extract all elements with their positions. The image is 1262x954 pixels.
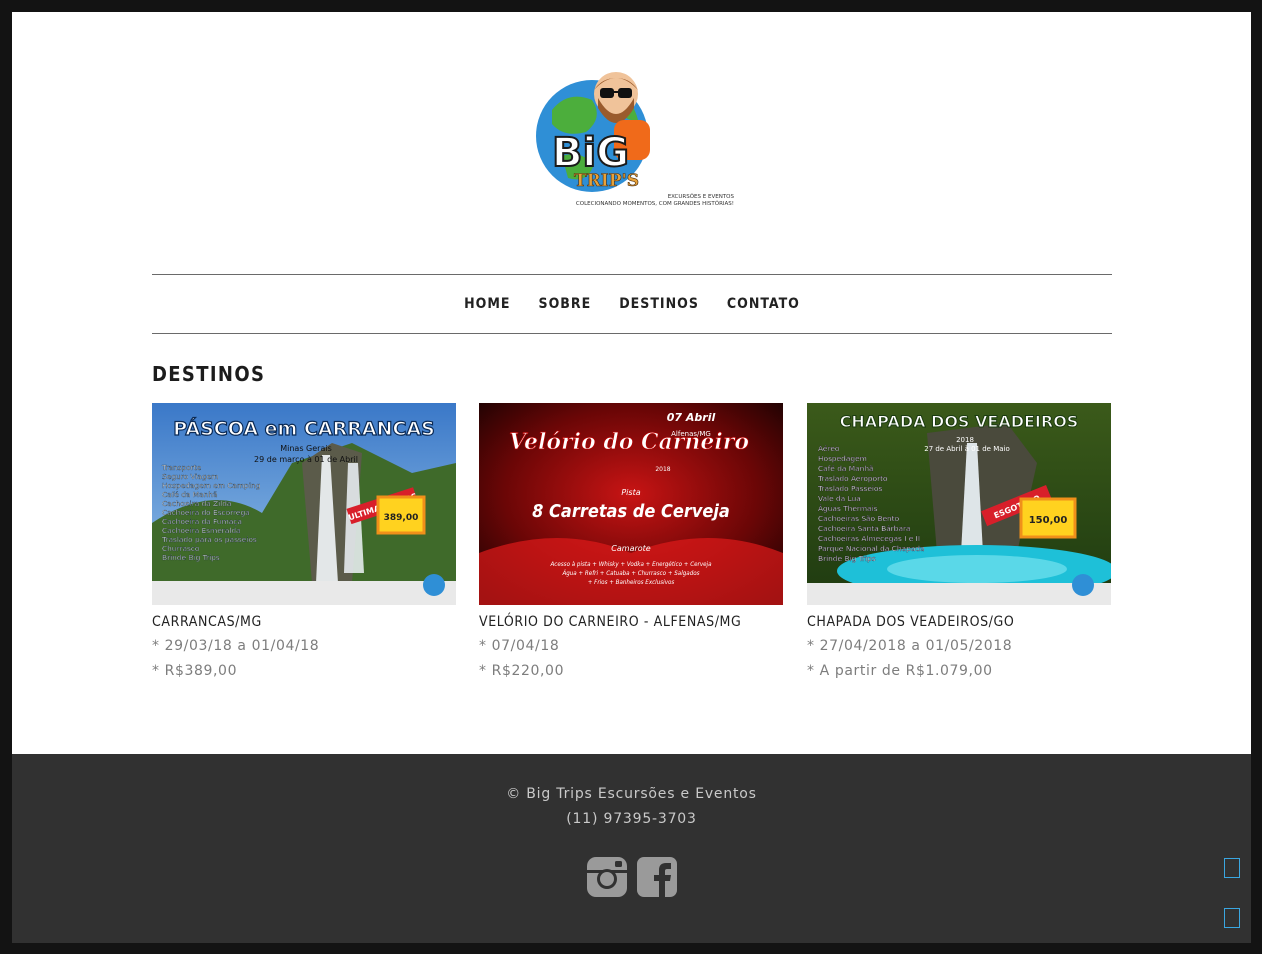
poster-line: Acesso à pista + Whisky + Vodka + Energé…	[549, 560, 712, 568]
poster-item: Hospedagem	[818, 454, 867, 463]
logo-big-text: BiG	[552, 130, 629, 176]
destination-card-velorio[interactable]: Velório do Carneiro 07 Abril Alfenas/MG …	[479, 403, 783, 684]
logo-tag-2: COLECIONANDO MOMENTOS, COM GRANDES HISTÓ…	[576, 200, 734, 207]
site-logo[interactable]: BiG TRIP'S EXCURSÕES E EVENTOS COLECIONA…	[534, 60, 742, 212]
poster-item: Cachoeira Esmeralda	[162, 526, 241, 535]
nav-destinos[interactable]: DESTINOS	[619, 296, 699, 312]
destination-name[interactable]: CHAPADA DOS VEADEIROS/GO	[807, 614, 1111, 630]
social-links	[586, 856, 678, 898]
page-container: BiG TRIP'S EXCURSÕES E EVENTOS COLECIONA…	[12, 12, 1251, 754]
poster-item: Traslado Aeroporto	[817, 474, 888, 483]
nav-contato[interactable]: CONTATO	[727, 296, 800, 312]
poster-item: Churrasco	[162, 544, 200, 553]
main-nav: HOME SOBRE DESTINOS CONTATO	[152, 274, 1112, 334]
logo-trips-text: TRIP'S	[574, 171, 639, 191]
poster-item: Cachoeiras Almecegas I e II	[818, 534, 920, 543]
destinations-grid: PÁSCOA em CARRANCAS Minas Gerais 29 de m…	[152, 403, 1112, 703]
poster-line: + Frios + Banheiros Exclusivos	[588, 579, 675, 586]
poster-camarote: Camarote	[611, 544, 651, 553]
poster-title: CHAPADA DOS VEADEIROS	[840, 412, 1079, 431]
destination-dates: * 07/04/18	[479, 638, 560, 654]
poster-chapada[interactable]: CHAPADA DOS VEADEIROS 2018 27 de Abril à…	[807, 403, 1111, 605]
poster-item: Cachoeira do Escorrega	[162, 508, 250, 517]
poster-dates: 29 de março à 01 de Abril	[254, 455, 358, 464]
poster-item: Traslado para os passeios	[161, 535, 257, 544]
poster-item: Transporte	[161, 463, 202, 472]
poster-item: Aéreo	[818, 444, 840, 453]
poster-item: Cachoeiras São Bento	[818, 514, 900, 523]
poster-headline: 8 Carretas de Cerveja	[532, 501, 730, 522]
logo-tag-1: EXCURSÕES E EVENTOS	[668, 193, 735, 200]
poster-item: Seguro Viagem	[162, 472, 218, 481]
poster-item: Brinde Big Trips	[818, 554, 876, 563]
poster-item: Vale da Lua	[818, 494, 861, 503]
destination-price: * R$220,00	[479, 663, 565, 679]
poster-place: Alfenas/MG	[671, 430, 711, 438]
poster-velorio[interactable]: Velório do Carneiro 07 Abril Alfenas/MG …	[479, 403, 783, 605]
destination-dates: * 27/04/2018 a 01/05/2018	[807, 638, 1013, 654]
poster-item: Parque Nacional da Chapada	[818, 544, 925, 553]
poster-dates: 27 de Abril à 01 de Maio	[924, 445, 1010, 453]
destination-card-carrancas[interactable]: PÁSCOA em CARRANCAS Minas Gerais 29 de m…	[152, 403, 456, 684]
instagram-link[interactable]	[586, 856, 628, 898]
side-widget-icon[interactable]	[1224, 908, 1240, 928]
poster-subtitle: Minas Gerais	[280, 444, 332, 453]
destination-price: * R$389,00	[152, 663, 238, 679]
destination-name[interactable]: VELÓRIO DO CARNEIRO - ALFENAS/MG	[479, 614, 783, 630]
facebook-link[interactable]	[636, 856, 678, 898]
poster-line: Água + Refri + Catuaba + Churrasco + Sal…	[561, 568, 699, 577]
poster-item: Brinde Big Trips	[162, 553, 220, 562]
poster-year: 2018	[655, 466, 670, 473]
nav-home[interactable]: HOME	[464, 296, 510, 312]
poster-price: 389,00	[384, 513, 419, 523]
poster-item: Cachoeira Santa Bárbara	[818, 524, 911, 533]
poster-year: 2018	[956, 436, 974, 444]
poster-item: Traslado Passeios	[817, 484, 882, 493]
destination-dates: * 29/03/18 a 01/04/18	[152, 638, 320, 654]
poster-item: Café da Manhã	[162, 490, 218, 499]
poster-title: Velório do Carneiro	[509, 429, 749, 455]
poster-title: PÁSCOA em CARRANCAS	[173, 417, 435, 440]
page-title: DESTINOS	[152, 362, 266, 386]
nav-sobre[interactable]: SOBRE	[539, 296, 592, 312]
poster-item: Hospedagem em Camping	[162, 481, 261, 490]
instagram-icon	[587, 857, 627, 897]
destination-price: * A partir de R$1.079,00	[807, 663, 993, 679]
facebook-icon	[637, 857, 677, 897]
destination-name[interactable]: CARRANCAS/MG	[152, 614, 456, 630]
destination-card-chapada[interactable]: CHAPADA DOS VEADEIROS 2018 27 de Abril à…	[807, 403, 1111, 684]
poster-item: Cachoeira da Fumaça	[162, 517, 242, 526]
poster-pista: Pista	[621, 488, 640, 497]
poster-carrancas[interactable]: PÁSCOA em CARRANCAS Minas Gerais 29 de m…	[152, 403, 456, 605]
poster-date: 07 Abril	[667, 411, 716, 424]
footer-phone[interactable]: (11) 97395-3703	[12, 811, 1251, 827]
poster-item: Cachoeira da Zilda	[162, 499, 231, 508]
footer: © Big Trips Escursões e Eventos (11) 973…	[12, 754, 1251, 943]
poster-item: Café da Manhã	[818, 464, 874, 473]
footer-copyright: © Big Trips Escursões e Eventos	[506, 786, 757, 802]
side-widget-icon[interactable]	[1224, 858, 1240, 878]
poster-price: 150,00	[1029, 515, 1068, 526]
poster-item: Águas Thermais	[818, 504, 878, 513]
